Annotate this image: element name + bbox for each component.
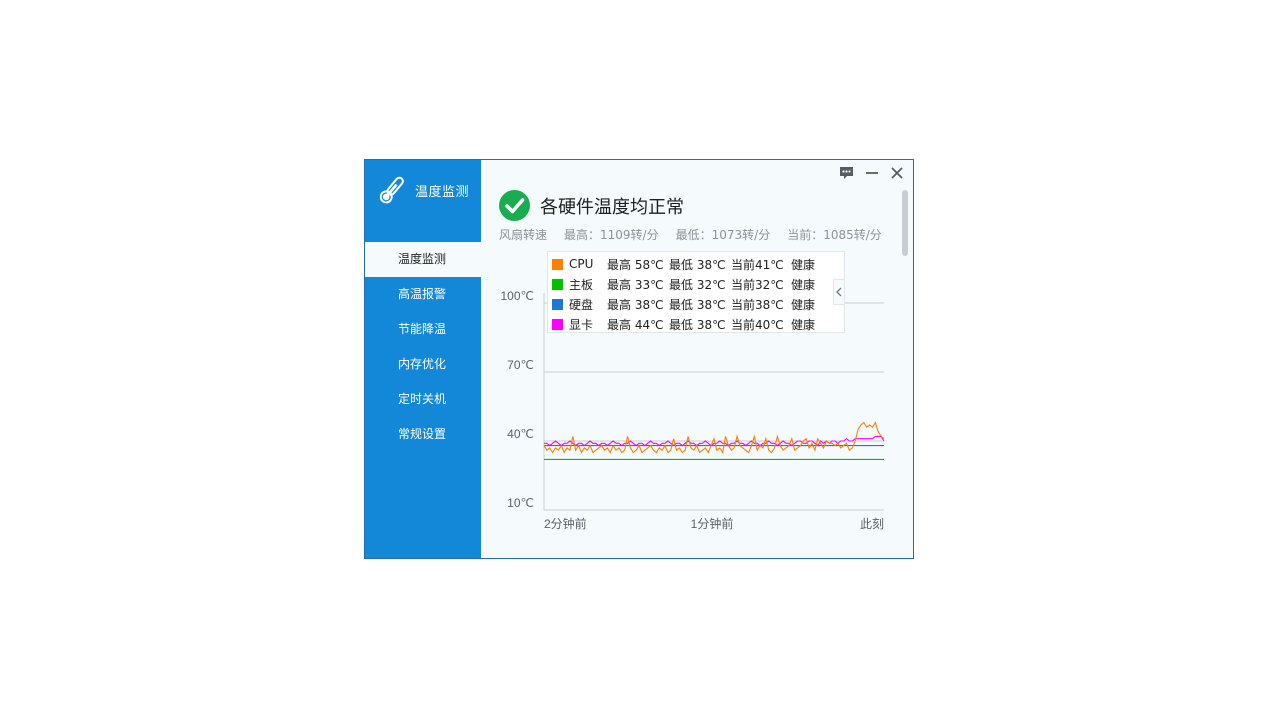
app-title: 温度监测: [415, 184, 470, 200]
sidebar-item-general-settings[interactable]: 常规设置: [365, 417, 481, 452]
sidebar-item-energy-cooling[interactable]: 节能降温: [365, 312, 481, 347]
x-tick-label: 此刻: [860, 517, 884, 531]
series-line-0: [543, 421, 885, 454]
temperature-chart: 100℃ 70℃ 40℃ 10℃ 2分钟前 1分钟前 此刻: [501, 289, 885, 531]
sidebar-item-high-temp-alarm[interactable]: 高温报警: [365, 277, 481, 312]
legend-row-cpu: CPU 最高 58℃ 最低 38℃ 当前41℃ 健康: [552, 254, 815, 274]
legend-swatch-cpu: [552, 258, 563, 270]
legend-current: 当前32℃: [731, 277, 784, 292]
main-content: 各硬件温度均正常 风扇转速 最高：1109转/分 最低：1073转/分 当前：1…: [481, 160, 913, 558]
legend-current: 当前41℃: [731, 257, 784, 272]
legend-row-gpu: 显卡 最高 44℃ 最低 38℃ 当前40℃ 健康: [552, 314, 815, 334]
y-tick-label: 70℃: [507, 358, 534, 372]
legend-swatch-disk: [552, 298, 563, 310]
legend-name: 主板: [569, 277, 594, 292]
legend-current: 当前38℃: [731, 297, 784, 312]
legend-min: 最低 38℃: [669, 257, 726, 272]
legend-name: CPU: [569, 257, 594, 271]
y-tick-label: 100℃: [501, 289, 535, 303]
x-tick-label: 2分钟前: [544, 516, 587, 531]
legend-state: 健康: [791, 317, 816, 332]
app-window: 温度监测 温度监测 高温报警 节能降温 内存优化 定时关机 常规设置 各硬件温度…: [364, 159, 914, 559]
legend-row-motherboard: 主板 最高 33℃ 最低 32℃ 当前32℃ 健康: [552, 274, 815, 294]
legend-max: 最高 33℃: [607, 277, 664, 292]
sidebar-item-scheduled-shutdown[interactable]: 定时关机: [365, 382, 481, 417]
legend-state: 健康: [791, 257, 816, 272]
legend-max: 最高 58℃: [607, 257, 664, 272]
legend-collapse-button[interactable]: [833, 279, 845, 305]
legend-name: 显卡: [569, 317, 594, 332]
chevron-left-icon: [836, 287, 842, 297]
thermometer-icon: [379, 176, 404, 204]
legend-state: 健康: [791, 277, 816, 292]
legend-current: 当前40℃: [731, 317, 784, 332]
x-tick-label: 1分钟前: [691, 516, 734, 531]
y-tick-label: 10℃: [507, 496, 534, 510]
sidebar-nav: 温度监测 高温报警 节能降温 内存优化 定时关机 常规设置: [365, 242, 481, 452]
legend-swatch-gpu: [552, 318, 563, 330]
scrollbar[interactable]: [902, 190, 908, 256]
sidebar-item-temperature-monitor[interactable]: 温度监测: [365, 242, 481, 277]
legend-name: 硬盘: [569, 297, 594, 312]
legend-min: 最低 38℃: [669, 317, 726, 332]
chart-legend: CPU 最高 58℃ 最低 38℃ 当前41℃ 健康 主板 最高 33℃ 最低 …: [547, 251, 845, 333]
legend-swatch-motherboard: [552, 278, 563, 290]
legend-max: 最高 38℃: [607, 297, 664, 312]
brand: 温度监测: [375, 170, 469, 210]
legend-row-disk: 硬盘 最高 38℃ 最低 38℃ 当前38℃ 健康: [552, 294, 815, 314]
legend-min: 最低 38℃: [669, 297, 726, 312]
y-tick-label: 40℃: [507, 427, 534, 441]
legend-max: 最高 44℃: [607, 317, 664, 332]
legend-min: 最低 32℃: [669, 277, 726, 292]
legend-state: 健康: [791, 297, 816, 312]
sidebar: 温度监测 温度监测 高温报警 节能降温 内存优化 定时关机 常规设置: [365, 160, 481, 558]
sidebar-item-memory-optimize[interactable]: 内存优化: [365, 347, 481, 382]
